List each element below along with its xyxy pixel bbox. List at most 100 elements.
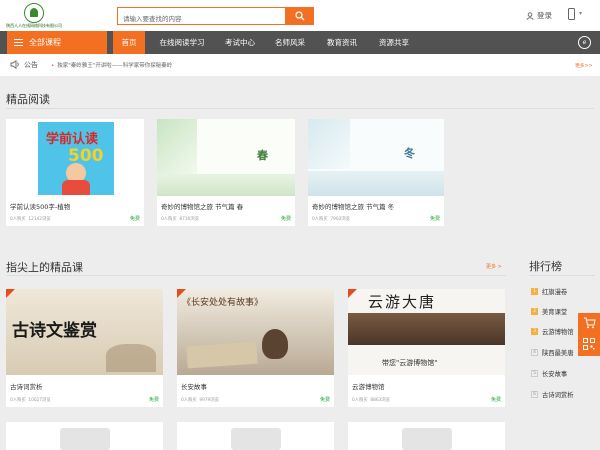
course-card[interactable]: 云游大唐 带您"云游博物馆" 云游博物馆 0人购买 8863浏览 免费 [348, 289, 505, 407]
course-card-views: 8863浏览 [370, 398, 390, 403]
winter-tree-shape [308, 119, 350, 169]
reading-card-cover: 冬 [308, 119, 444, 196]
nav-item-exam-center[interactable]: 考试中心 [218, 31, 262, 54]
ranking-number: 3 [531, 328, 538, 335]
menu-icon [14, 38, 23, 47]
reading-card-price: 免费 [129, 216, 140, 222]
winter-ground-shape [308, 171, 444, 196]
ranking-item[interactable]: 4 陕西最美唐 [531, 348, 573, 357]
qr-code-icon[interactable] [583, 338, 595, 350]
child-body-shape [62, 180, 90, 195]
ranking-title: 排行榜 [529, 260, 562, 273]
ranking-item[interactable]: 6 古诗词赏析 [531, 390, 573, 399]
reading-card-title: 奇妙的博物馆之旅 节气篇 冬 [312, 203, 395, 211]
spring-ground-shape [157, 174, 295, 196]
nav-item-teachers[interactable]: 名师风采 [268, 31, 312, 54]
image-placeholder-icon [402, 428, 452, 450]
ranking-label: 长安故事 [542, 371, 568, 378]
reading-card[interactable]: 春 奇妙的博物馆之旅 节气篇 春 0人购买 8716浏览 免费 [157, 119, 295, 226]
login-label: 登录 [537, 11, 552, 20]
search-button[interactable] [286, 7, 314, 25]
notice-more-link[interactable]: 更多>> [575, 62, 593, 69]
reading-card-views: 12142浏览 [28, 217, 51, 222]
course-card[interactable]: 《长安处处有故事》 长安故事 0人购买 9979浏览 免费 [177, 289, 334, 407]
spring-cover-char: 春 [257, 149, 268, 162]
course-card-title: 古诗词赏析 [10, 383, 43, 391]
ranking-number: 5 [531, 370, 538, 377]
search-icon [295, 11, 305, 21]
reading-card-cover: 春 [157, 119, 295, 196]
site-logo[interactable]: 陕西人人在线网络科技有限公司 [6, 3, 86, 29]
course-card-buyers: 0人购买 [10, 398, 26, 403]
nav-item-resource-sharing[interactable]: 资源共享 [372, 31, 416, 54]
reading-card-meta: 0人购买 7903浏览 [312, 216, 350, 222]
reading-card-title: 奇妙的博物馆之旅 节气篇 春 [161, 203, 244, 211]
courses-section-title: 指尖上的精品课 [6, 261, 83, 274]
reading-card[interactable]: 冬 奇妙的博物馆之旅 节气篇 冬 0人购买 7903浏览 免费 [308, 119, 444, 226]
open-book-shape [186, 341, 258, 369]
reading-card-price: 免费 [429, 216, 440, 222]
user-icon [526, 11, 534, 20]
cart-icon[interactable] [583, 317, 596, 329]
image-placeholder-icon [231, 428, 281, 450]
mobile-phone-icon[interactable] [568, 8, 575, 20]
ranking-number: 6 [531, 391, 538, 398]
ranking-item[interactable]: 5 长安故事 [531, 369, 567, 378]
nav-item-education-news[interactable]: 教育资讯 [320, 31, 364, 54]
search-input[interactable]: 请输入要查找的内容 [117, 7, 286, 25]
all-courses-label: 全部课程 [29, 38, 61, 47]
course-card-price: 免费 [490, 397, 501, 403]
reading-section-divider [6, 108, 594, 109]
notice-headline: 独家"秦岭雅王"开讲啦——科学家带你探秘秦岭 [57, 63, 173, 69]
museum-building-shape [348, 313, 505, 345]
speaker-icon [10, 60, 19, 69]
login-link[interactable]: 登录 [526, 10, 552, 21]
ranking-number: 4 [531, 349, 538, 356]
main-nav: 全部课程 首页 在线阅读学习 考试中心 名师风采 教育资讯 资源共享 e [0, 31, 600, 54]
courses-more-link[interactable]: 更多 > [486, 263, 502, 270]
notice-label: 公告 [24, 61, 38, 69]
course-card-meta: 0人购买 8863浏览 [352, 397, 390, 403]
course-card[interactable]: 古诗文鉴赏 古诗词赏析 0人购买 10027浏览 免费 [6, 289, 163, 407]
chevron-down-icon[interactable]: ▾ [579, 10, 582, 17]
ranking-label: 云游博物馆 [542, 329, 574, 336]
corner-ribbon [177, 289, 186, 298]
mountain-shape [106, 344, 156, 372]
ranking-item[interactable]: 2 美育课堂 [531, 307, 567, 316]
ranking-label: 古诗词赏析 [542, 392, 574, 399]
book-cover-title: 学前认读 [46, 132, 99, 147]
reading-card-title: 学前认读500字-植物 [10, 203, 71, 211]
course-card-meta: 0人购买 10027浏览 [10, 397, 51, 403]
winter-cover-char: 冬 [404, 147, 415, 160]
course-card-cover: 《长安处处有故事》 [177, 289, 334, 375]
all-courses-button[interactable]: 全部课程 [7, 31, 107, 54]
ranking-label: 陕西最美唐 [542, 350, 574, 357]
book-cover: 学前认读 500 [38, 122, 114, 195]
reading-card-price: 免费 [280, 216, 291, 222]
notice-bullet: • [51, 63, 55, 69]
reading-section-title: 精品阅读 [6, 93, 50, 106]
compass-icon[interactable]: e [578, 36, 591, 49]
reading-card[interactable]: 学前认读 500 学前认读500字-植物 0人购买 12142浏览 免费 [6, 119, 144, 226]
course-cover-title: 云游大唐 [368, 293, 437, 311]
course-card-title: 长安故事 [181, 383, 207, 391]
course-card-cover: 古诗文鉴赏 [6, 289, 163, 375]
nav-item-online-reading[interactable]: 在线阅读学习 [151, 31, 213, 54]
ranking-divider [529, 275, 595, 276]
pinecone-shape [262, 329, 288, 359]
course-card-views: 10027浏览 [28, 398, 51, 403]
logo-org-name: 陕西人人在线网络科技有限公司 [6, 23, 62, 28]
nav-item-home[interactable]: 首页 [113, 31, 145, 54]
ranking-item[interactable]: 1 红旗漫卷 [531, 287, 567, 296]
course-card-views: 9979浏览 [199, 398, 219, 403]
ranking-number: 2 [531, 308, 538, 315]
notice-text[interactable]: • 独家"秦岭雅王"开讲啦——科学家带你探秘秦岭 [51, 61, 172, 69]
course-card-title: 云游博物馆 [352, 383, 385, 391]
reading-card-buyers: 0人购买 [312, 217, 328, 222]
course-cover-title: 《长安处处有故事》 [182, 298, 264, 308]
ranking-label: 红旗漫卷 [542, 289, 568, 296]
course-card-placeholder [348, 422, 505, 450]
course-card-cover: 云游大唐 带您"云游博物馆" [348, 289, 505, 375]
course-cover-title: 古诗文鉴赏 [12, 321, 97, 341]
ranking-item[interactable]: 3 云游博物馆 [531, 327, 573, 336]
